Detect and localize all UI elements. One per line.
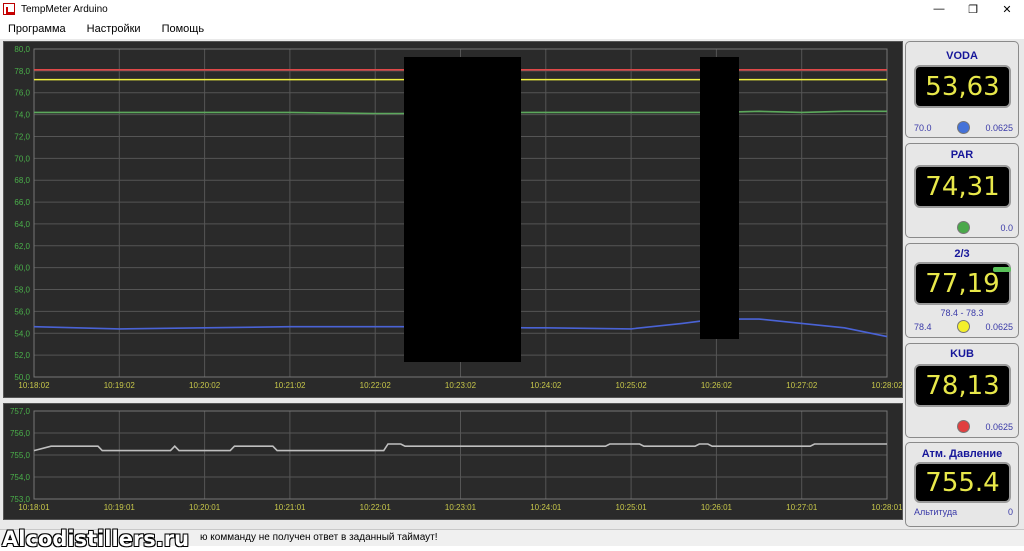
sensor-left-label: 78.4	[914, 322, 932, 332]
redaction-block	[700, 57, 739, 339]
temp-y-tick-label: 58,0	[14, 286, 30, 295]
sensor-value: 74,31	[925, 171, 1000, 202]
press-x-tick-label: 10:22:01	[360, 503, 392, 512]
temp-y-tick-label: 78,0	[14, 67, 30, 76]
sensor-panel-two-thirds: 2/3 77,19 78.4 - 78.3 78.4 0.0625	[905, 243, 1019, 338]
status-bar: ю комманду не получен ответ в заданный т…	[0, 527, 1024, 551]
sensor-right-label: 0.0625	[985, 123, 1013, 133]
sensor-panel-voda: VODA 53,63 70.0 0.0625	[905, 41, 1019, 138]
press-x-tick-label: 10:23:01	[445, 503, 477, 512]
app-logo-icon	[3, 3, 15, 15]
status-dot-icon	[957, 420, 970, 433]
sensor-range: 78.4 - 78.3	[940, 308, 984, 318]
temp-x-tick-label: 10:26:02	[701, 381, 733, 390]
close-button[interactable]: ✕	[990, 0, 1024, 18]
sensor-name: 2/3	[954, 248, 970, 260]
temp-x-tick-label: 10:22:02	[360, 381, 392, 390]
minimize-button[interactable]: —	[922, 0, 956, 18]
sensor-left-label: Альтитуда	[914, 507, 958, 517]
press-x-tick-label: 10:26:01	[701, 503, 733, 512]
press-x-tick-label: 10:18:01	[18, 503, 50, 512]
watermark-text: Alcodistillers.ru	[2, 527, 190, 551]
press-y-tick-label: 754,0	[10, 473, 31, 482]
menu-bar: Программа Настройки Помощь	[0, 18, 1024, 39]
temperature-chart-panel: 80,0 78,0 76,0 74,0 72,0 70,0 68,0 66,0 64,0 62,0…	[3, 41, 903, 398]
temp-x-tick-label: 10:20:02	[189, 381, 221, 390]
temp-x-tick-label: 10:18:02	[18, 381, 50, 390]
press-background	[4, 404, 902, 519]
press-x-tick-label: 10:25:01	[616, 503, 648, 512]
temp-x-tick-label: 10:19:02	[104, 381, 136, 390]
sensor-display: 74,31	[914, 165, 1011, 208]
temp-y-tick-label: 62,0	[14, 242, 30, 251]
press-x-tick-label: 10:19:01	[104, 503, 136, 512]
temperature-chart[interactable]: 80,0 78,0 76,0 74,0 72,0 70,0 68,0 66,0 64,0 62,0…	[4, 42, 902, 397]
press-x-tick-label: 10:24:01	[530, 503, 562, 512]
window-controls: — ❐ ✕	[922, 0, 1024, 18]
press-x-tick-label: 10:20:01	[189, 503, 221, 512]
temp-y-tick-label: 52,0	[14, 351, 30, 360]
press-y-tick-label: 757,0	[10, 407, 31, 416]
pressure-chart-panel: 757,0 756,0 755,0 754,0 753,0 10:18:01 10:19:0…	[3, 403, 903, 520]
temp-y-tick-label: 70,0	[14, 154, 30, 163]
sensor-display: 78,13	[914, 364, 1011, 407]
temp-x-tick-label: 10:24:02	[530, 381, 562, 390]
sensor-value: 78,13	[925, 370, 1000, 401]
menu-settings[interactable]: Настройки	[85, 21, 143, 37]
temp-y-tick-label: 68,0	[14, 176, 30, 185]
sensor-display: 53,63	[914, 65, 1011, 108]
temp-x-tick-label: 10:27:02	[786, 381, 818, 390]
indicator-bar-icon	[993, 267, 1011, 272]
sensor-right-label: 0.0	[1000, 223, 1013, 233]
sensor-right-label: 0	[1007, 507, 1013, 517]
sensor-display: 755.4	[914, 462, 1011, 503]
sensor-name: Атм. Давление	[921, 448, 1003, 460]
temp-y-tick-label: 56,0	[14, 307, 30, 316]
sensor-value: 755.4	[925, 467, 1000, 498]
sensor-name: VODA	[946, 50, 978, 62]
temp-y-tick-label: 76,0	[14, 89, 30, 98]
sensor-right-label: 0.0625	[985, 422, 1013, 432]
press-y-tick-label: 756,0	[10, 429, 31, 438]
temp-y-tick-label: 74,0	[14, 111, 30, 120]
redaction-block	[404, 57, 521, 362]
maximize-button[interactable]: ❐	[956, 0, 990, 18]
temp-y-tick-label: 66,0	[14, 198, 30, 207]
status-dot-icon	[957, 121, 970, 134]
sensor-panel-par: PAR 74,31 0.0	[905, 143, 1019, 238]
sensor-value: 77,19	[925, 268, 1000, 299]
title-bar: TempMeter Arduino — ❐ ✕	[0, 0, 1024, 18]
temp-x-tick-label: 10:21:02	[274, 381, 306, 390]
press-x-tick-label: 10:27:01	[786, 503, 818, 512]
press-x-tick-label: 10:28:01	[871, 503, 902, 512]
sensor-name: KUB	[950, 348, 974, 360]
temp-x-tick-label: 10:23:02	[445, 381, 477, 390]
temp-y-tick-label: 64,0	[14, 220, 30, 229]
temp-y-tick-label: 80,0	[14, 45, 30, 54]
status-message: ю комманду не получен ответ в заданный т…	[200, 532, 438, 543]
temp-y-tick-label: 54,0	[14, 329, 30, 338]
sensor-panel-kub: KUB 78,13 0.0625	[905, 343, 1019, 438]
press-y-tick-label: 755,0	[10, 451, 31, 460]
temp-y-tick-label: 60,0	[14, 264, 30, 273]
temp-y-tick-label: 72,0	[14, 132, 30, 141]
status-dot-icon	[957, 320, 970, 333]
sensor-panel-pressure: Атм. Давление 755.4 Альтитуда 0	[905, 442, 1019, 527]
menu-program[interactable]: Программа	[6, 21, 68, 37]
sensor-left-label: 70.0	[914, 123, 932, 133]
sensor-value: 53,63	[925, 71, 1000, 102]
menu-help[interactable]: Помощь	[160, 21, 207, 37]
sensor-right-label: 0.0625	[985, 322, 1013, 332]
window-title: TempMeter Arduino	[21, 3, 108, 15]
main-area: 80,0 78,0 76,0 74,0 72,0 70,0 68,0 66,0 64,0 62,0…	[0, 39, 1024, 529]
temp-x-tick-label: 10:25:02	[616, 381, 648, 390]
status-dot-icon	[957, 221, 970, 234]
sensor-name: PAR	[950, 149, 974, 161]
pressure-chart[interactable]: 757,0756,0755,0754,0753,010:18:01 10:19:0…	[4, 404, 902, 519]
temp-x-tick-label: 10:28:02	[871, 381, 902, 390]
press-x-tick-label: 10:21:01	[274, 503, 306, 512]
